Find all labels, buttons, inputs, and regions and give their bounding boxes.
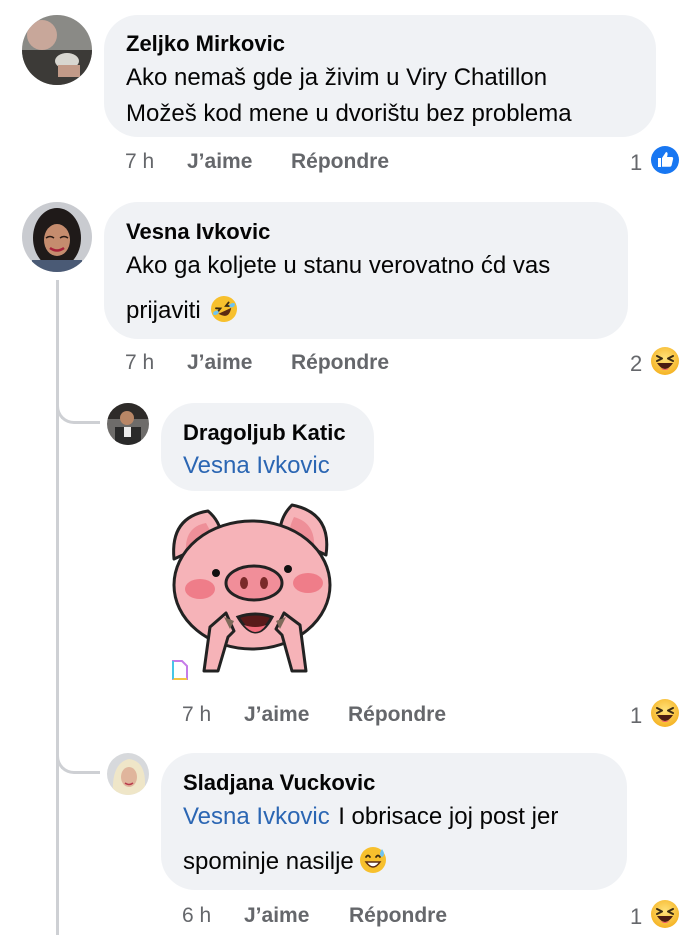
- mention-link[interactable]: Vesna Ivkovic: [183, 803, 330, 830]
- pig-sticker[interactable]: [168, 497, 336, 673]
- haha-icon[interactable]: [650, 346, 680, 376]
- reply-author[interactable]: Dragoljub Katic: [183, 420, 346, 446]
- avatar[interactable]: [22, 202, 92, 272]
- file-icon: [171, 660, 189, 680]
- thread-connector: [56, 730, 100, 774]
- mention-link[interactable]: Vesna Ivkovic: [183, 447, 330, 485]
- thread-line: [56, 280, 59, 935]
- reaction-count[interactable]: 1: [630, 904, 642, 930]
- reply-text-row: spominje nasilje: [183, 843, 388, 881]
- comment-text-line: Ako nemaš gde ja živim u Viry Chatillon: [126, 64, 548, 91]
- comment-text-line: prijaviti: [126, 297, 201, 324]
- like-button[interactable]: J’aime: [187, 351, 252, 375]
- reaction-count[interactable]: 1: [630, 703, 642, 729]
- comment-author[interactable]: Vesna Ivkovic: [126, 219, 270, 245]
- reply-button[interactable]: Répondre: [349, 904, 447, 928]
- like-button[interactable]: J’aime: [244, 703, 309, 727]
- reply-text-row: Vesna Ivkovic I obrisace joj post jer: [183, 798, 558, 836]
- avatar[interactable]: [22, 15, 92, 85]
- comment-text-line: Ako ga koljete u stanu verovatno ćd vas: [126, 252, 551, 279]
- avatar[interactable]: [107, 403, 149, 445]
- reaction-count[interactable]: 1: [630, 150, 642, 176]
- comment-time[interactable]: 7 h: [125, 150, 154, 174]
- reply-button[interactable]: Répondre: [291, 351, 389, 375]
- like-icon[interactable]: [650, 145, 680, 175]
- comment-bubble: Zeljko Mirkovic Ako nemaš gde ja živim u…: [104, 15, 656, 137]
- comment-text-row: prijaviti: [126, 292, 239, 330]
- comment-time[interactable]: 7 h: [125, 351, 154, 375]
- reply-text-line: spominje nasilje: [183, 848, 354, 875]
- haha-icon[interactable]: [650, 698, 680, 728]
- reply-button[interactable]: Répondre: [291, 150, 389, 174]
- reply-bubble: Dragoljub Katic Vesna Ivkovic: [161, 403, 374, 491]
- comment-text-line: Možeš kod mene u dvorištu bez problema: [126, 100, 572, 127]
- reaction-count[interactable]: 2: [630, 351, 642, 377]
- reply-time[interactable]: 7 h: [182, 703, 211, 727]
- avatar[interactable]: [107, 753, 149, 795]
- comment-author[interactable]: Zeljko Mirkovic: [126, 31, 285, 57]
- sweat-smile-emoji: [358, 845, 388, 880]
- thread-connector: [56, 380, 100, 424]
- rolling-laugh-emoji: [209, 294, 239, 329]
- reply-author[interactable]: Sladjana Vuckovic: [183, 770, 375, 796]
- reply-text-line: I obrisace joj post jer: [338, 803, 559, 830]
- reply-time[interactable]: 6 h: [182, 904, 211, 928]
- like-button[interactable]: J’aime: [244, 904, 309, 928]
- reply-bubble: Sladjana Vuckovic Vesna Ivkovic I obrisa…: [161, 753, 627, 890]
- comment-bubble: Vesna Ivkovic Ako ga koljete u stanu ver…: [104, 202, 628, 339]
- like-button[interactable]: J’aime: [187, 150, 252, 174]
- haha-icon[interactable]: [650, 899, 680, 929]
- reply-button[interactable]: Répondre: [348, 703, 446, 727]
